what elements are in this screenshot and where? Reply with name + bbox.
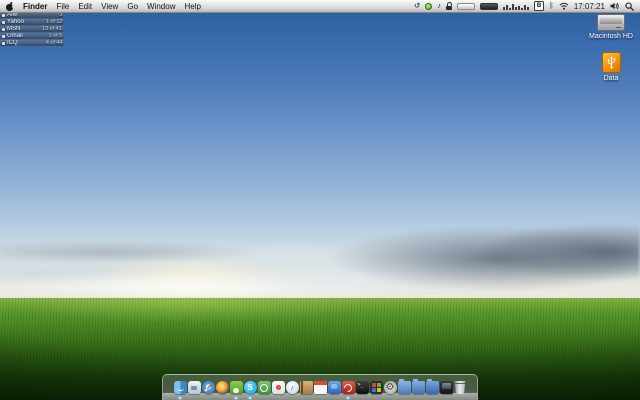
dock-icon-email-app[interactable]: ✉ — [328, 381, 341, 394]
buddy-row-msn[interactable]: MSN 13 of 41 — [0, 26, 64, 32]
lock-icon[interactable] — [446, 2, 452, 10]
dock-icon-skype[interactable]: S — [244, 381, 257, 394]
buddy-row-gmail[interactable]: Gmail 1 of 5 — [0, 33, 64, 39]
menu-finder[interactable]: Finder — [23, 2, 47, 11]
buddy-count: 3 — [59, 12, 62, 17]
grid-cell — [377, 383, 381, 387]
apple-menu-icon[interactable] — [6, 2, 14, 11]
buddy-row-icq[interactable]: ICQ 4 of 44 — [0, 40, 64, 46]
usb-drive-icon — [602, 52, 621, 73]
dock: S ♪ ✉ >_ ⚙ — [162, 374, 478, 400]
desktop-icon-data[interactable]: Data — [578, 52, 640, 82]
usb-trident-glyph — [607, 56, 616, 69]
dock-icon-green-app[interactable] — [258, 381, 271, 394]
time-machine-icon[interactable]: ↺ — [414, 2, 420, 10]
menu-bar-status-area: ↺ ♪ B ᛒ 17:07:21 — [414, 1, 634, 11]
dock-icon-mail[interactable] — [188, 381, 201, 394]
buddy-list-widget: AIM 3 Yahoo 1 of 12 MSN 13 of 41 Gmail 1… — [0, 12, 64, 47]
desktop-icon-label: Macintosh HD — [578, 33, 640, 40]
buddy-status-dot — [2, 35, 5, 38]
dock-stack-applications-folder[interactable] — [398, 381, 411, 394]
dock-stack-downloads-folder[interactable] — [426, 381, 439, 394]
buddy-count: 1 of 5 — [48, 33, 62, 38]
memory-meter-icon[interactable] — [457, 3, 475, 10]
dock-icon-finder[interactable] — [174, 381, 187, 394]
buddy-status-dot — [2, 28, 5, 31]
dock-icon-ical[interactable] — [314, 381, 327, 394]
dock-icon-row: S ♪ ✉ >_ ⚙ — [174, 381, 467, 394]
dock-icon-display-app[interactable] — [440, 381, 453, 394]
skype-glyph: S — [247, 384, 252, 392]
cpu-history-graph-icon[interactable] — [503, 3, 529, 10]
dock-icon-trash[interactable] — [454, 381, 467, 394]
dock-icon-photo-booth[interactable] — [272, 381, 285, 394]
dock-icon-firefox[interactable] — [216, 381, 229, 394]
dock-icon-itunes[interactable]: ♪ — [286, 381, 299, 394]
spotlight-icon[interactable] — [625, 2, 634, 11]
dock-icon-safari[interactable] — [202, 381, 215, 394]
buddy-service-label: ICQ — [7, 40, 44, 46]
buddy-status-dot — [2, 14, 5, 17]
buddy-status-dot — [2, 21, 5, 24]
wifi-icon[interactable] — [559, 2, 569, 10]
buddy-row-yahoo[interactable]: Yahoo 1 of 12 — [0, 19, 64, 25]
buddy-count: 1 of 12 — [45, 19, 62, 24]
sky-vignette — [0, 0, 640, 302]
buddy-count: 4 of 44 — [45, 40, 62, 45]
volume-icon[interactable] — [610, 2, 620, 10]
apple-leaf — [10, 1, 13, 5]
green-status-dot-icon[interactable] — [425, 3, 432, 10]
menu-file[interactable]: File — [56, 2, 69, 11]
desktop-icon-macintosh-hd[interactable]: Macintosh HD — [578, 14, 640, 40]
grid-cell — [372, 383, 376, 387]
buddy-service-label: Yahoo — [7, 19, 44, 25]
disk-meter-icon[interactable] — [480, 3, 498, 10]
dock-icon-terminal[interactable]: >_ — [356, 381, 369, 394]
dock-icon-red-app[interactable] — [342, 381, 355, 394]
keyboard-layout-icon[interactable]: B — [534, 1, 544, 11]
gear-glyph: ⚙ — [386, 383, 395, 393]
buddy-service-label: MSN — [7, 26, 40, 32]
dock-icon-grid-app[interactable] — [370, 381, 383, 394]
buddy-count: 13 of 41 — [42, 26, 62, 31]
dock-icon-adium[interactable] — [230, 381, 243, 394]
envelope-glyph: ✉ — [331, 384, 337, 391]
grid-cell — [372, 388, 376, 392]
terminal-prompt-glyph: >_ — [358, 383, 364, 388]
buddy-status-dot — [2, 42, 5, 45]
menu-bar: Finder File Edit View Go Window Help ↺ ♪… — [0, 0, 640, 13]
menu-help[interactable]: Help — [184, 2, 200, 11]
desktop-icon-label: Data — [578, 75, 640, 82]
dock-icon-address-book[interactable] — [300, 381, 313, 394]
menu-bar-clock[interactable]: 17:07:21 — [574, 2, 605, 11]
desktop[interactable]: Finder File Edit View Go Window Help ↺ ♪… — [0, 0, 640, 400]
menu-view[interactable]: View — [101, 2, 118, 11]
hard-drive-icon — [597, 14, 625, 31]
itunes-note-glyph: ♪ — [290, 384, 294, 392]
dock-icon-system-preferences[interactable]: ⚙ — [384, 381, 397, 394]
itunes-menu-icon[interactable]: ♪ — [437, 2, 441, 10]
bluetooth-icon[interactable]: ᛒ — [549, 2, 554, 10]
menu-edit[interactable]: Edit — [78, 2, 92, 11]
buddy-service-label: Gmail — [7, 33, 47, 39]
menu-go[interactable]: Go — [127, 2, 138, 11]
menu-window[interactable]: Window — [147, 2, 175, 11]
menu-bar-left: Finder File Edit View Go Window Help — [6, 2, 201, 11]
grid-cell — [377, 388, 381, 392]
dock-stack-documents-folder[interactable] — [412, 381, 425, 394]
